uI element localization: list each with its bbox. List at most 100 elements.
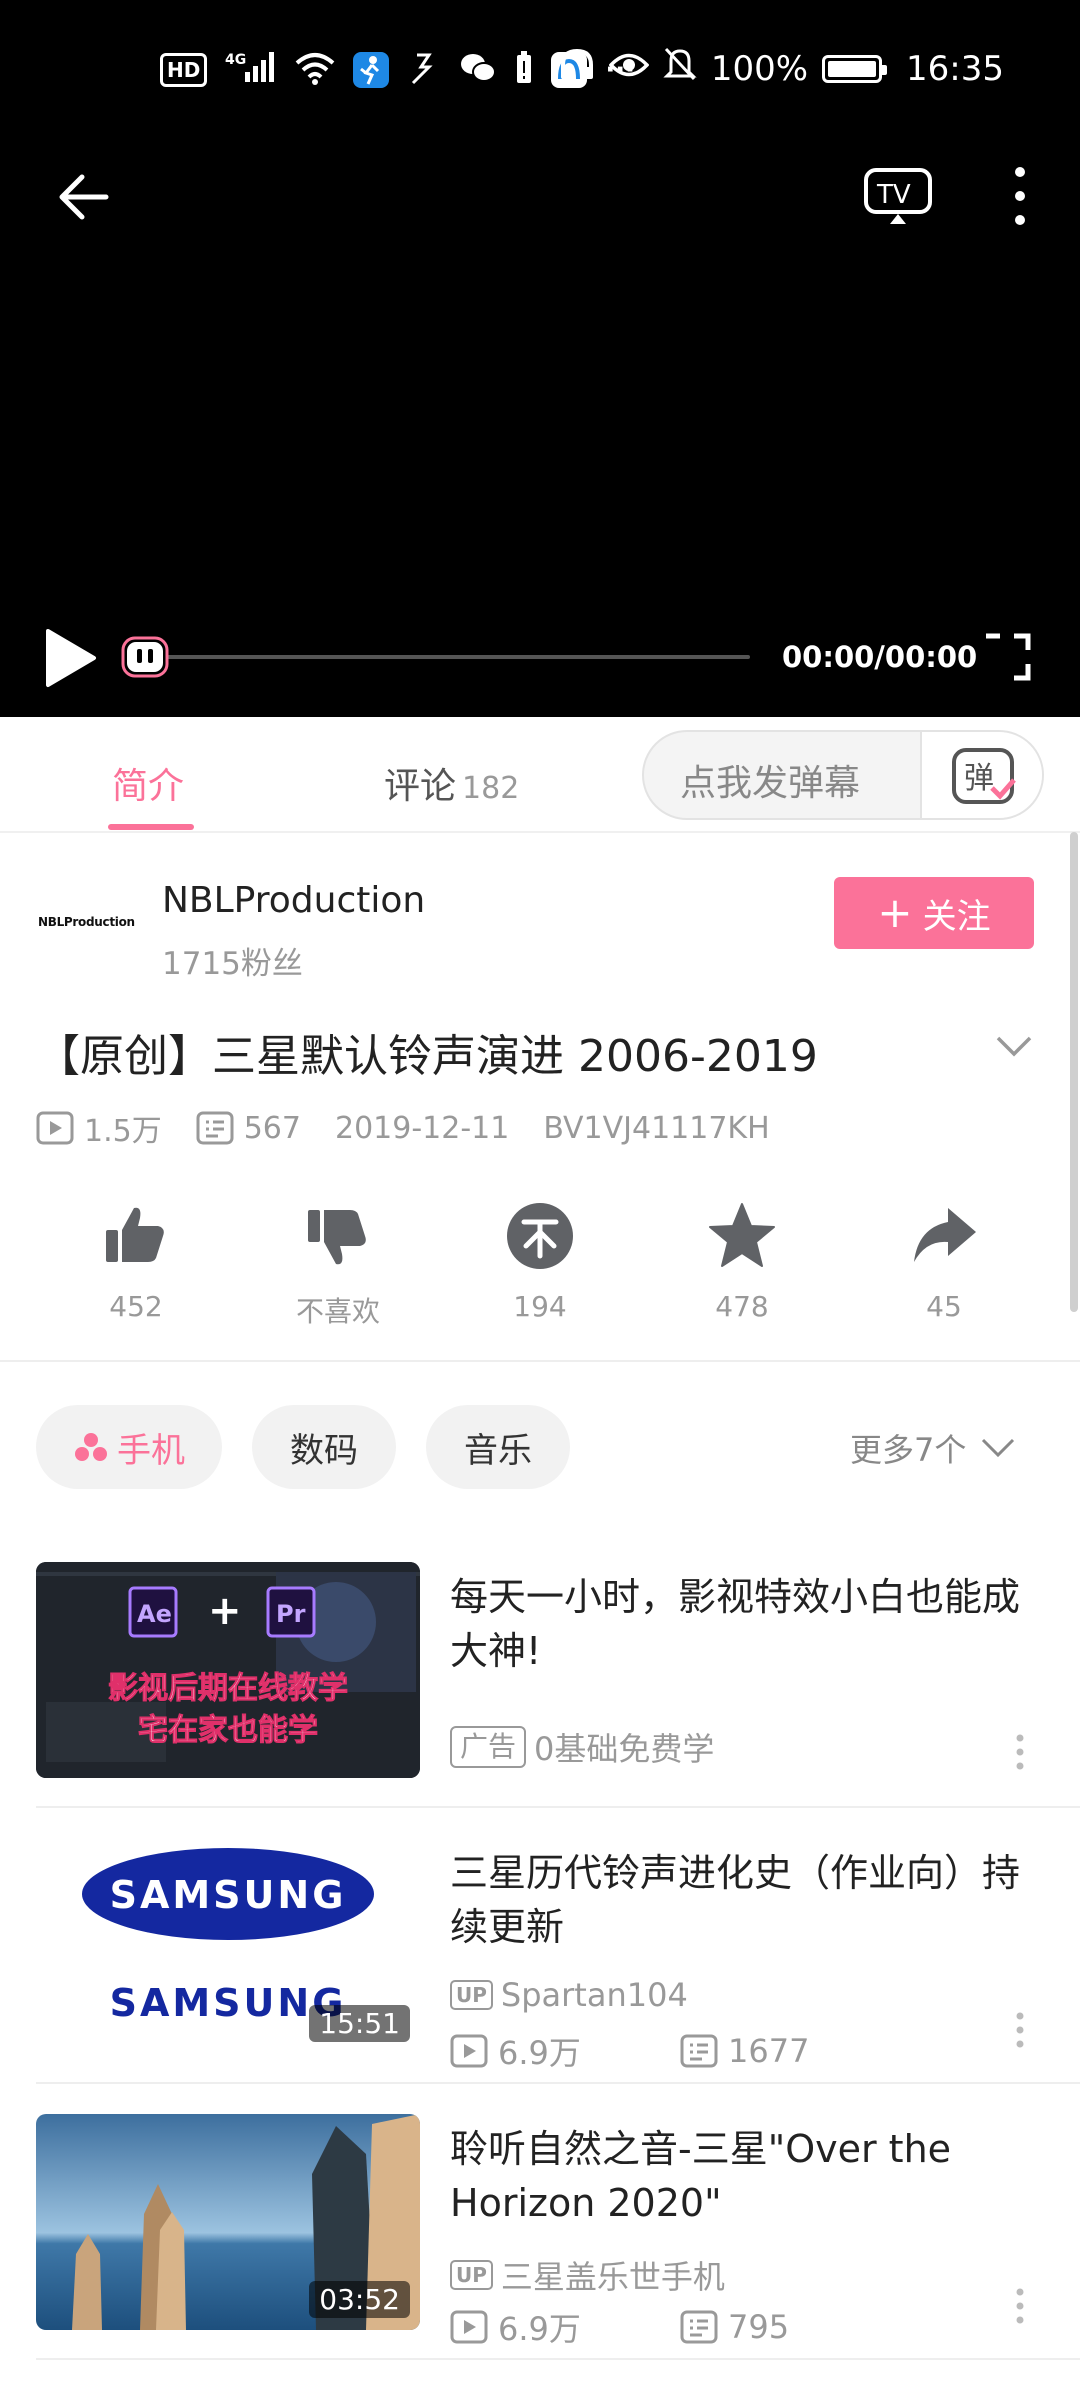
- tag-digital[interactable]: 数码: [252, 1405, 396, 1489]
- danmaku-input[interactable]: 点我发弹幕 弹: [642, 730, 1044, 820]
- play-count-icon: [450, 2310, 488, 2344]
- publish-date: 2019-12-11: [334, 1110, 510, 1146]
- svg-text:+: +: [208, 1588, 242, 1634]
- video-title: 【原创】三星默认铃声演进 2006-2019: [36, 1031, 818, 1082]
- fullscreen-icon[interactable]: [982, 632, 1032, 682]
- playback-time: 00:00/00:00: [782, 640, 978, 674]
- related-item-ad[interactable]: Ae + Pr 影视后期在线教学 宅在家也能学 每天一小时，影视特效小白也能成大…: [0, 1562, 1080, 1812]
- battery-alert-icon: [515, 50, 533, 89]
- related-views: 6.9万: [450, 2304, 680, 2350]
- more-vertical-icon[interactable]: [1012, 2010, 1028, 2050]
- danmaku-count-value: 567: [243, 1110, 301, 1146]
- avatar[interactable]: NBLProduction: [38, 900, 135, 944]
- related-views: 6.9万: [450, 2028, 680, 2074]
- list-divider: [36, 2358, 1080, 2360]
- related-item[interactable]: 03:52 聆听自然之音-三星"Over the Horizon 2020" U…: [0, 2114, 1080, 2364]
- play-count-icon: [450, 2034, 488, 2068]
- svg-text:SAMSUNG: SAMSUNG: [110, 1873, 347, 1917]
- tab-intro[interactable]: 简介: [112, 757, 184, 809]
- related-danmaku-value: 795: [728, 2308, 790, 2346]
- more-options-icon[interactable]: [1000, 160, 1040, 232]
- share-count: 45: [926, 1290, 962, 1323]
- music-app-icon: [407, 51, 441, 89]
- share-button[interactable]: 45: [874, 1200, 1014, 1323]
- ad-badge: 广告: [450, 1726, 527, 1768]
- play-icon[interactable]: [40, 625, 100, 691]
- favorite-button[interactable]: 478: [672, 1200, 812, 1323]
- uploader-name[interactable]: NBLProduction: [162, 880, 425, 921]
- ad-info: 广告 0基础免费学: [450, 1724, 714, 1770]
- share-arrow-icon: [914, 1208, 976, 1262]
- status-icons-right: 100% 16:35: [559, 46, 1004, 91]
- cast-tv-icon[interactable]: TV: [862, 164, 934, 228]
- related-stats: 6.9万 795: [450, 2304, 910, 2350]
- wifi-icon: [295, 51, 335, 89]
- danmaku-settings-icon[interactable]: 弹: [920, 732, 1042, 818]
- uploader-fans: 1715粉丝: [162, 946, 303, 982]
- thumbnail-graphic: Ae + Pr 影视后期在线教学 宅在家也能学: [36, 1562, 420, 1778]
- svg-text:宅在家也能学: 宅在家也能学: [138, 1713, 318, 1748]
- follow-button[interactable]: + 关注: [834, 877, 1034, 949]
- chevron-down-icon: [982, 1438, 1015, 1458]
- follow-label: 关注: [922, 896, 991, 937]
- related-title: 聆听自然之音-三星"Over the Horizon 2020": [450, 2127, 952, 2225]
- more-tags-label: 更多7个: [850, 1431, 967, 1469]
- tab-comments-label: 评论: [384, 766, 457, 807]
- related-item[interactable]: SAMSUNG SAMSUNG 15:51 三星历代铃声进化史（作业向）持续更新…: [0, 1838, 1080, 2088]
- like-count: 452: [109, 1290, 163, 1323]
- star-icon: [709, 1203, 775, 1267]
- danmaku-count-icon: [680, 2310, 718, 2344]
- more-tags-button[interactable]: 更多7个: [850, 1425, 1016, 1471]
- status-bar: HD 4G ··· 100% 16:35: [0, 38, 1080, 98]
- related-title: 三星历代铃声进化史（作业向）持续更新: [450, 1851, 1021, 1949]
- video-player[interactable]: HD 4G ··· 100% 16:35 TV 00:00/00:00: [0, 0, 1080, 717]
- danmaku-placeholder: 点我发弹幕: [680, 763, 861, 804]
- section-divider: [0, 1360, 1080, 1362]
- play-count-icon: [36, 1111, 74, 1145]
- related-danmaku: 795: [680, 2308, 910, 2346]
- like-button[interactable]: 452: [66, 1200, 206, 1323]
- svg-text:4G: 4G: [225, 52, 246, 68]
- tag-phone-label: 手机: [117, 1430, 185, 1471]
- coin-button[interactable]: 194: [470, 1200, 610, 1323]
- video-thumbnail[interactable]: 03:52: [36, 2114, 420, 2330]
- back-arrow-icon[interactable]: [52, 165, 116, 229]
- avatar-logo-text: NBLProduction: [38, 915, 135, 929]
- signal-4g-icon: 4G: [225, 48, 277, 91]
- up-badge: UP: [450, 1980, 493, 2010]
- related-views-value: 6.9万: [498, 2310, 581, 2348]
- svg-text:弹: 弹: [964, 761, 994, 796]
- eye-icon: [608, 49, 650, 89]
- danmaku-count: 567: [196, 1111, 301, 1146]
- view-count: 1.5万: [36, 1106, 162, 1150]
- video-thumbnail[interactable]: Ae + Pr 影视后期在线教学 宅在家也能学: [36, 1562, 420, 1778]
- video-duration: 15:51: [309, 2005, 410, 2042]
- wechat-icon: [459, 51, 497, 89]
- tag-phone[interactable]: 手机: [36, 1405, 222, 1489]
- scrollbar[interactable]: [1070, 832, 1078, 1312]
- danmaku-count-icon: [680, 2034, 718, 2068]
- chevron-down-icon[interactable]: [994, 1032, 1034, 1062]
- tag-music[interactable]: 音乐: [426, 1405, 570, 1489]
- tab-comments[interactable]: 评论 182: [384, 757, 519, 809]
- favorite-count: 478: [715, 1290, 769, 1323]
- uploader-info: UP Spartan104: [450, 1976, 688, 2014]
- video-thumbnail[interactable]: SAMSUNG SAMSUNG 15:51: [36, 1838, 420, 2054]
- related-uploader: 三星盖乐世手机: [500, 2258, 725, 2296]
- svg-text:Pr: Pr: [276, 1600, 306, 1628]
- coin-count: 194: [513, 1290, 567, 1323]
- related-title: 每天一小时，影视特效小白也能成大神!: [450, 1575, 1021, 1673]
- svg-text:Ae: Ae: [137, 1600, 172, 1628]
- progress-bar[interactable]: [150, 655, 750, 659]
- more-vertical-icon[interactable]: [1012, 1732, 1028, 1772]
- more-vertical-icon[interactable]: [1012, 2286, 1028, 2326]
- battery-percent: 100%: [710, 48, 809, 89]
- headphones-icon: [559, 47, 595, 90]
- svg-text:TV: TV: [876, 180, 911, 210]
- up-badge: UP: [450, 2260, 493, 2290]
- related-danmaku: 1677: [680, 2032, 910, 2070]
- list-divider: [36, 2082, 1080, 2084]
- danmaku-toggle-icon[interactable]: [120, 635, 170, 679]
- dislike-button[interactable]: 不喜欢: [268, 1200, 408, 1330]
- related-danmaku-value: 1677: [728, 2032, 810, 2070]
